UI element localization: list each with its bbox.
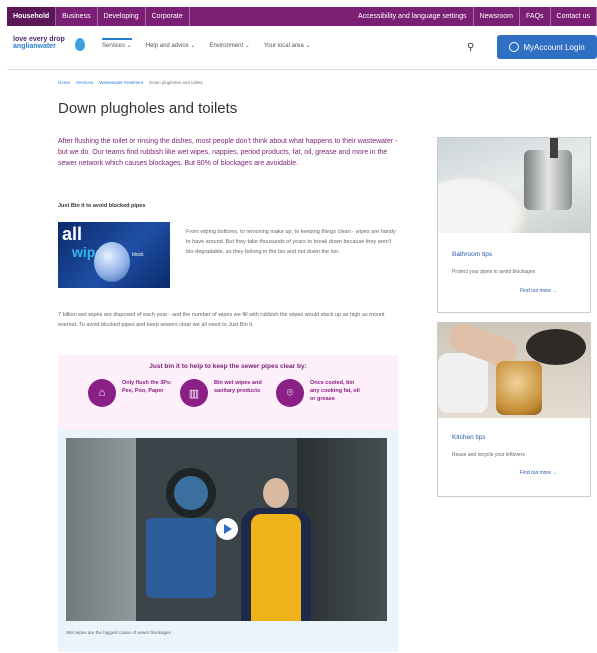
breadcrumb-current: Down plugholes and toilets [149, 80, 203, 85]
bin-it-item-text: Only flush the 3Ps: Pee, Poo, Paper [122, 380, 172, 394]
bin-it-item-wipes: ▥ Bin wet wipes and sanitary products [180, 379, 269, 407]
page-title: Down plugholes and toilets [58, 100, 238, 117]
oil-jar [496, 361, 542, 415]
section-subheading: Just Bin it to avoid blocked pipes [58, 203, 146, 209]
statistics-paragraph: 7 billion wet wipes are disposed of each… [58, 312, 385, 328]
card-description: Reuse and recycle your leftovers [452, 452, 525, 458]
topbar-newsroom[interactable]: Newsroom [474, 7, 521, 26]
tank-equipment [146, 518, 216, 598]
topbar-household[interactable]: Household [7, 7, 57, 26]
site-header: love every drop anglianwater Services ⌄ … [7, 26, 597, 70]
hi-vis-vest [251, 514, 301, 621]
nav-local-area-label: Your local area [263, 43, 304, 49]
breadcrumb: Home Services Wastewater treatment Down … [58, 80, 203, 85]
topbar-faqs[interactable]: FAQs [520, 7, 551, 26]
play-icon [224, 524, 232, 534]
topbar-business[interactable]: Business [56, 7, 98, 26]
nav-services[interactable]: Services ⌄ [102, 38, 132, 49]
van-interior-left [66, 438, 136, 621]
promo-badge-block: block [132, 252, 144, 258]
top-navigation-bar: Household Business Developing Corporate … [7, 7, 597, 26]
frying-pan [526, 329, 586, 365]
kitchen-tips-card[interactable]: Kitchen tips Reuse and recycle your left… [437, 322, 591, 497]
water-drop-icon [75, 38, 85, 51]
breadcrumb-home[interactable]: Home [58, 80, 70, 85]
toilet-illustration [94, 242, 130, 282]
breadcrumb-services[interactable]: Services [76, 80, 93, 85]
hose-reel [166, 468, 216, 518]
intro-paragraph: After flushing the toilet or rinsing the… [58, 138, 398, 167]
topbar-accessibility[interactable]: Accessibility and language settings [352, 7, 474, 26]
bin-it-item-flush: ⌂ Only flush the 3Ps: Pee, Poo, Paper [88, 379, 177, 407]
nav-environment[interactable]: Environment ⌄ [209, 42, 249, 49]
topbar-developing[interactable]: Developing [98, 7, 146, 26]
breadcrumb-wastewater[interactable]: Wastewater treatment [99, 80, 143, 85]
myaccount-login-button[interactable]: MyAccount Login [497, 35, 597, 59]
logo-tagline: love every drop [13, 36, 65, 43]
card-description: Protect your pipes to avoid blockages [452, 269, 536, 275]
toilet-icon: ⌂ [88, 379, 116, 407]
bathroom-image [438, 138, 590, 233]
nav-environment-label: Environment [209, 43, 244, 49]
bin-it-panel: Just bin it to help to keep the sewer pi… [58, 355, 398, 433]
card-title: Kitchen tips [452, 434, 486, 441]
bin-it-item-text: Once cooled, bin any cooking fat, oil or… [310, 380, 360, 402]
card-title: Bathroom tips [452, 251, 493, 258]
promo-badge-all: all [62, 224, 83, 244]
worker-head [263, 478, 289, 508]
nav-local-area[interactable]: Your local area ⌄ [264, 42, 311, 49]
video-player[interactable] [66, 438, 387, 621]
bin-icon: ▥ [180, 379, 208, 407]
search-icon[interactable]: ⚲ [467, 42, 474, 53]
bin-it-heading: Just bin it to help to keep the sewer pi… [149, 363, 307, 370]
play-button[interactable] [216, 518, 238, 540]
bin-lid-handle [550, 138, 558, 158]
topbar-spacer [190, 7, 352, 26]
nav-help[interactable]: Help and advice ⌄ [146, 42, 196, 49]
nav-help-label: Help and advice [145, 43, 189, 49]
video-panel: Wet wipes are the biggest cause of sewer… [58, 430, 398, 652]
myaccount-label: MyAccount Login [523, 42, 585, 52]
find-out-more-link[interactable]: Find out more → [520, 470, 557, 476]
wipes-campaign-image: all wipes block [58, 222, 170, 288]
oil-drop-icon: ⌾ [276, 379, 304, 407]
site-logo[interactable]: love every drop anglianwater [13, 36, 85, 58]
apron [438, 353, 488, 413]
find-out-more-link[interactable]: Find out more → [520, 288, 557, 294]
nav-services-label: Services [102, 43, 126, 49]
bin-it-item-text: Bin wet wipes and sanitary products [214, 380, 262, 394]
main-nav: Services ⌄ Help and advice ⌄ Environment… [102, 38, 311, 49]
topbar-contact[interactable]: Contact us [551, 7, 597, 26]
wipes-paragraph: From wiping bottoms, to removing make up… [186, 229, 396, 255]
kitchen-image [438, 323, 590, 418]
toilet-seat [438, 178, 528, 233]
bin-it-item-fat: ⌾ Once cooled, bin any cooking fat, oil … [276, 379, 365, 407]
worker-figure [241, 478, 311, 621]
video-caption: Wet wipes are the biggest cause of sewer… [66, 630, 171, 635]
bathroom-tips-card[interactable]: Bathroom tips Protect your pipes to avoi… [437, 137, 591, 313]
user-icon [509, 42, 520, 52]
logo-name: anglianwater [13, 43, 56, 50]
bin-container [524, 150, 572, 210]
topbar-corporate[interactable]: Corporate [146, 7, 190, 26]
